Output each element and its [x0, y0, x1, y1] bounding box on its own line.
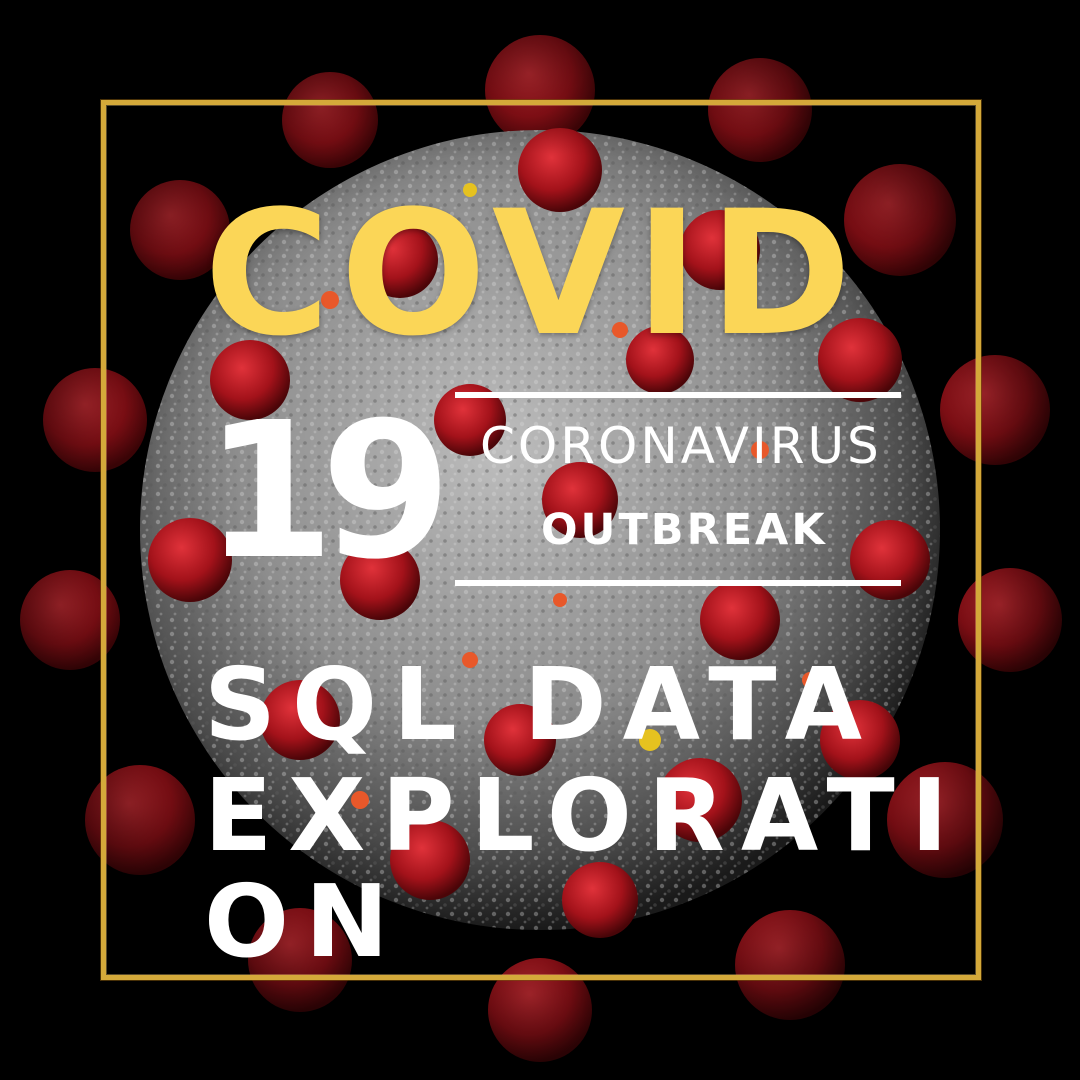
subtitle-outbreak: OUTBREAK [541, 505, 828, 555]
headline-number: 19 [204, 382, 452, 601]
project-title-line-3: ON [204, 863, 405, 980]
headline-covid: COVID [204, 173, 862, 374]
divider-top [455, 392, 901, 398]
poster: COVID 19 CORONAVIRUS OUTBREAK SQL DATA E… [0, 0, 1080, 1080]
project-title-line-2: EXPLORATI [204, 757, 964, 874]
divider-bottom [455, 580, 901, 586]
subtitle-coronavirus: CORONAVIRUS [480, 417, 882, 475]
project-title-line-1: SQL DATA [204, 646, 879, 763]
